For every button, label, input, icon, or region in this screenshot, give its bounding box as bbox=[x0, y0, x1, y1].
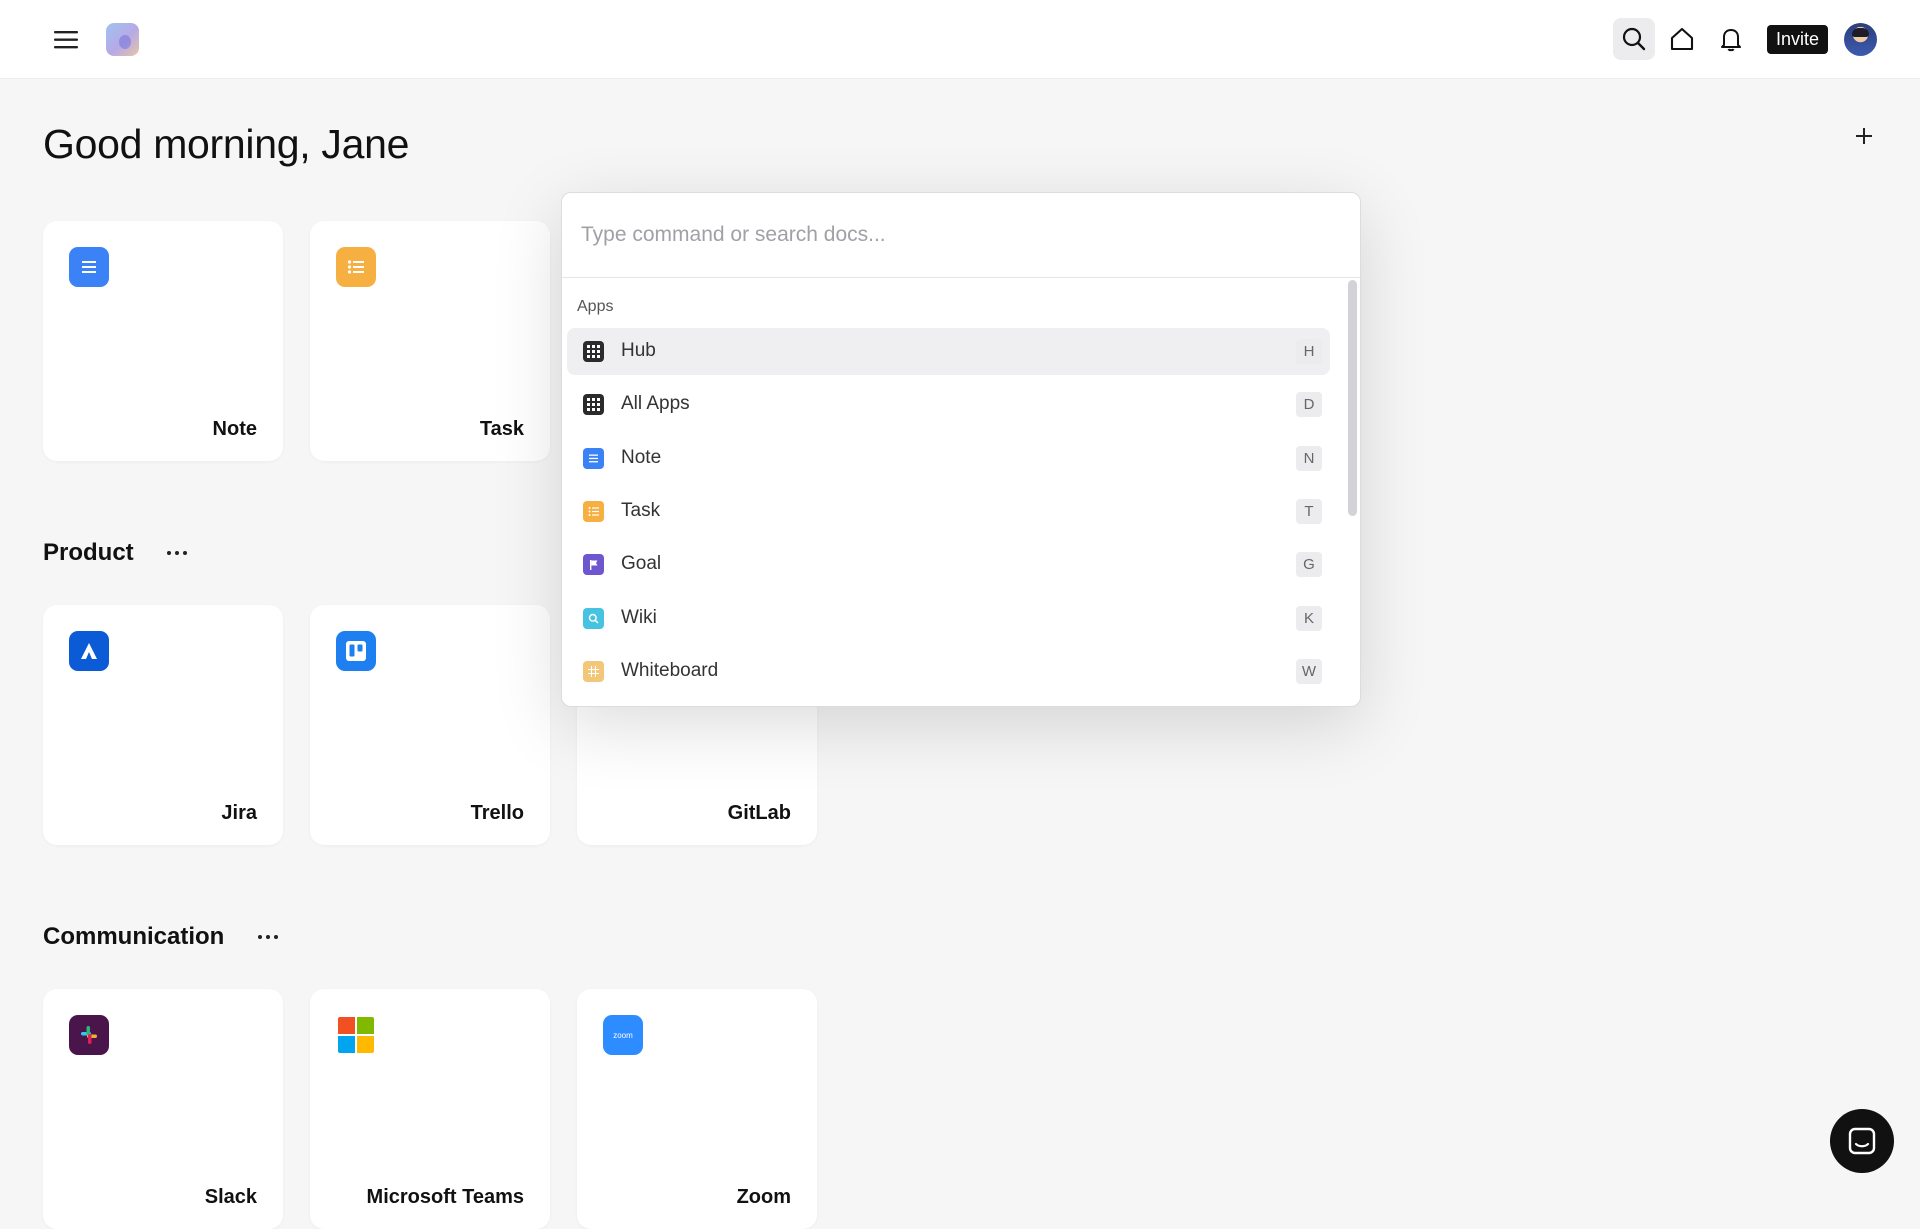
microsoft-icon bbox=[336, 1015, 376, 1055]
search-button[interactable] bbox=[1613, 18, 1655, 60]
slack-icon bbox=[69, 1015, 109, 1055]
command-item-all-apps[interactable]: All Apps D bbox=[567, 381, 1330, 428]
app-logo[interactable] bbox=[106, 23, 139, 56]
command-item-label: Task bbox=[621, 500, 661, 521]
card-label: Trello bbox=[470, 802, 524, 824]
bell-icon bbox=[1721, 29, 1741, 52]
section-title-communication: Communication bbox=[43, 923, 225, 950]
command-search-input[interactable] bbox=[562, 193, 1360, 278]
command-item-label: Note bbox=[621, 447, 662, 468]
section-more-button[interactable] bbox=[162, 542, 192, 564]
command-item-goal[interactable]: Goal G bbox=[567, 541, 1330, 588]
app-card-zoom[interactable]: zoom Zoom bbox=[577, 989, 817, 1229]
command-item-wiki[interactable]: Wiki K bbox=[567, 595, 1330, 642]
shortcut-key: N bbox=[1296, 446, 1322, 471]
greeting-heading: Good morning, Jane bbox=[43, 121, 410, 167]
shortcut-key: K bbox=[1296, 606, 1322, 631]
home-icon bbox=[1670, 27, 1694, 51]
whiteboard-icon bbox=[583, 661, 604, 682]
shortcut-key: H bbox=[1296, 339, 1322, 364]
app-card-microsoft-teams[interactable]: Microsoft Teams bbox=[310, 989, 550, 1229]
home-button[interactable] bbox=[1661, 18, 1703, 60]
grid-icon bbox=[583, 341, 604, 362]
avatar[interactable] bbox=[1844, 23, 1877, 56]
shortcut-key: T bbox=[1296, 499, 1322, 524]
command-item-label: Wiki bbox=[621, 607, 657, 628]
task-icon bbox=[336, 247, 376, 287]
app-card-jira[interactable]: Jira bbox=[43, 605, 283, 845]
shortcut-key: W bbox=[1296, 659, 1322, 684]
note-icon bbox=[583, 448, 604, 469]
card-label: Jira bbox=[221, 802, 257, 824]
card-label: Slack bbox=[204, 1186, 257, 1208]
invite-button[interactable]: Invite bbox=[1767, 25, 1829, 54]
flag-icon bbox=[583, 554, 604, 575]
card-label: Note bbox=[212, 418, 257, 440]
note-icon bbox=[69, 247, 109, 287]
plus-icon bbox=[1856, 128, 1872, 144]
card-label: GitLab bbox=[727, 802, 791, 824]
card-label: Zoom bbox=[736, 1186, 791, 1208]
top-bar: Invite bbox=[0, 0, 1920, 79]
more-icon-dot bbox=[258, 935, 262, 939]
app-card-slack[interactable]: Slack bbox=[43, 989, 283, 1229]
command-item-task[interactable]: Task T bbox=[567, 488, 1330, 535]
more-icon-dot bbox=[183, 551, 187, 555]
zoom-icon: zoom bbox=[603, 1015, 643, 1055]
more-icon-dot bbox=[175, 551, 179, 555]
command-item-label: Goal bbox=[621, 553, 662, 574]
card-label: Microsoft Teams bbox=[366, 1186, 524, 1208]
app-card-task[interactable]: Task bbox=[310, 221, 550, 461]
command-item-whiteboard[interactable]: Whiteboard W bbox=[567, 648, 1330, 695]
palette-scrollbar-thumb[interactable] bbox=[1348, 280, 1357, 516]
command-item-label: Hub bbox=[621, 340, 656, 361]
notifications-button[interactable] bbox=[1710, 18, 1752, 60]
chat-launcher-button[interactable] bbox=[1830, 1109, 1894, 1173]
grid-icon bbox=[583, 394, 604, 415]
command-item-note[interactable]: Note N bbox=[567, 435, 1330, 482]
command-item-label: All Apps bbox=[621, 393, 690, 414]
shortcut-key: D bbox=[1296, 392, 1322, 417]
menu-icon[interactable] bbox=[50, 25, 84, 55]
palette-group-label: Apps bbox=[577, 298, 614, 315]
wiki-icon bbox=[583, 608, 604, 629]
app-card-note[interactable]: Note bbox=[43, 221, 283, 461]
task-icon bbox=[583, 501, 604, 522]
card-label: Task bbox=[479, 418, 524, 440]
section-title-product: Product bbox=[43, 539, 134, 566]
trello-icon bbox=[336, 631, 376, 671]
command-item-label: Whiteboard bbox=[621, 660, 719, 681]
app-card-trello[interactable]: Trello bbox=[310, 605, 550, 845]
more-icon-dot bbox=[266, 935, 270, 939]
search-icon bbox=[1622, 27, 1646, 51]
section-more-button[interactable] bbox=[253, 926, 283, 948]
jira-icon bbox=[69, 631, 109, 671]
add-button[interactable] bbox=[1849, 121, 1879, 151]
more-icon-dot bbox=[274, 935, 278, 939]
more-icon-dot bbox=[167, 551, 171, 555]
shortcut-key: G bbox=[1296, 552, 1322, 577]
command-item-hub[interactable]: Hub H bbox=[567, 328, 1330, 375]
chat-icon bbox=[1848, 1127, 1876, 1155]
